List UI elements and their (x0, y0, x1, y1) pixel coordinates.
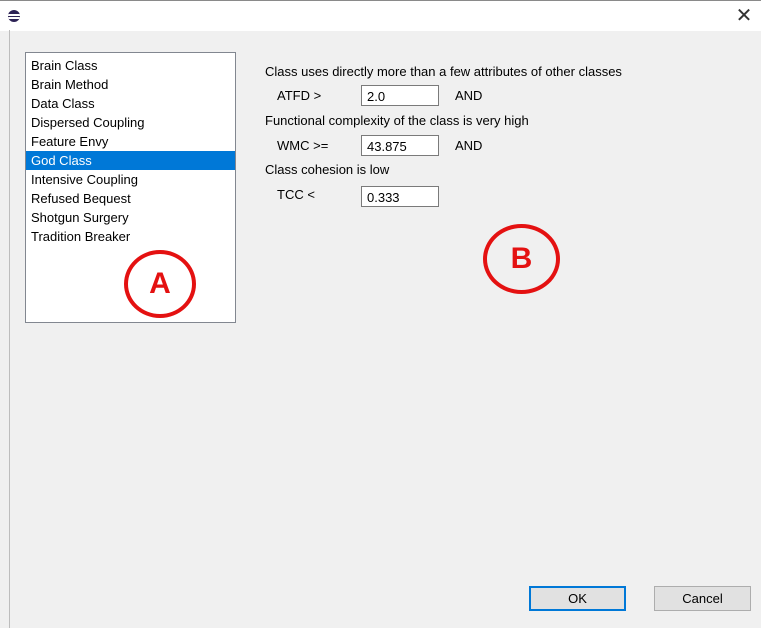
window-edge (9, 30, 10, 628)
dialog-window: ✕ Brain Class Brain Method Data Class Di… (0, 0, 761, 628)
wmc-label: WMC >= (277, 138, 329, 153)
criterion-atfd-description: Class uses directly more than a few attr… (265, 64, 622, 79)
close-icon[interactable]: ✕ (732, 5, 756, 27)
list-item[interactable]: Feature Envy (26, 132, 235, 151)
tcc-label: TCC < (277, 187, 315, 202)
list-item-selected[interactable]: God Class (26, 151, 235, 170)
ok-button[interactable]: OK (529, 586, 626, 611)
annotation-b: B (483, 224, 560, 294)
wmc-threshold-input[interactable] (361, 135, 439, 156)
atfd-threshold-input[interactable] (361, 85, 439, 106)
annotation-a: A (124, 250, 196, 318)
eclipse-icon (8, 10, 20, 22)
list-item[interactable]: Shotgun Surgery (26, 208, 235, 227)
list-item[interactable]: Dispersed Coupling (26, 113, 235, 132)
criterion-wmc-description: Functional complexity of the class is ve… (265, 113, 529, 128)
cancel-button[interactable]: Cancel (654, 586, 751, 611)
list-item[interactable]: Brain Method (26, 75, 235, 94)
list-item[interactable]: Refused Bequest (26, 189, 235, 208)
list-item[interactable]: Intensive Coupling (26, 170, 235, 189)
and-operator-label: AND (455, 138, 483, 153)
list-item[interactable]: Data Class (26, 94, 235, 113)
criterion-tcc-description: Class cohesion is low (265, 162, 390, 177)
list-item[interactable]: Tradition Breaker (26, 227, 235, 246)
atfd-label: ATFD > (277, 88, 322, 103)
tcc-threshold-input[interactable] (361, 186, 439, 207)
and-operator-label: AND (455, 88, 483, 103)
title-bar: ✕ (0, 0, 761, 31)
list-items: Brain Class Brain Method Data Class Disp… (26, 53, 235, 246)
list-item[interactable]: Brain Class (26, 56, 235, 75)
